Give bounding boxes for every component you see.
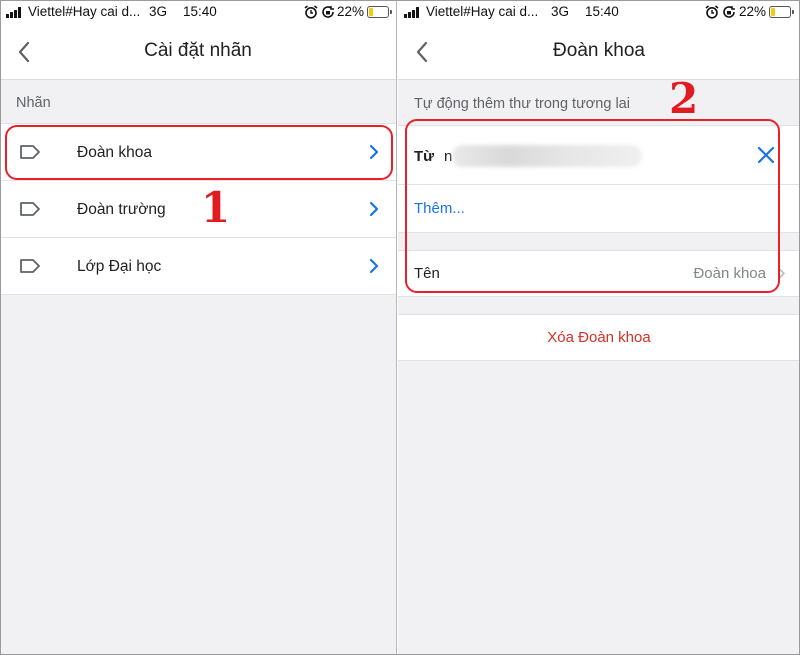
nav-bar: Cài đặt nhãn xyxy=(0,24,396,80)
rotation-lock-icon xyxy=(322,6,334,18)
name-label: Tên xyxy=(414,265,440,282)
network-type: 3G xyxy=(551,4,570,19)
status-time: 15:40 xyxy=(585,4,619,19)
carrier-name: Viettel#Hay cai d... xyxy=(426,4,539,19)
label-detail-screen: Viettel#Hay cai d... 3G 15:40 22% Đoàn k… xyxy=(398,0,800,655)
chevron-right-icon xyxy=(369,144,379,160)
status-time: 15:40 xyxy=(183,4,217,19)
close-icon[interactable] xyxy=(756,145,776,165)
label-name: Đoàn khoa xyxy=(77,144,152,161)
step-number-1: 1 xyxy=(201,183,231,232)
label-settings-screen: Viettel#Hay cai d... 3G 15:40 22% Cài đặ… xyxy=(0,0,397,655)
alarm-icon xyxy=(705,5,719,19)
status-bar: Viettel#Hay cai d... 3G 15:40 22% xyxy=(0,0,396,24)
label-tag-icon xyxy=(20,259,40,273)
name-value: Đoàn khoa xyxy=(693,265,766,282)
chevron-right-icon xyxy=(778,267,785,280)
from-filter-row: Từ n xyxy=(398,126,800,185)
label-list: Đoàn khoa Đoàn trường Lớp Đại học xyxy=(0,123,396,295)
section-label: Nhãn xyxy=(16,95,51,111)
name-row[interactable]: Tên Đoàn khoa xyxy=(398,250,800,297)
label-name: Lớp Đại học xyxy=(77,258,162,275)
label-tag-icon xyxy=(20,202,40,216)
more-link[interactable]: Thêm... xyxy=(414,200,465,217)
chevron-right-icon xyxy=(369,201,379,217)
signal-icon xyxy=(404,7,422,18)
rotation-lock-icon xyxy=(723,6,735,18)
label-name: Đoàn trường xyxy=(77,201,166,218)
blurred-email xyxy=(452,145,642,167)
status-bar: Viettel#Hay cai d... 3G 15:40 22% xyxy=(398,0,800,24)
battery-icon xyxy=(367,6,392,18)
label-item-doan-khoa[interactable]: Đoàn khoa xyxy=(0,124,396,181)
battery-percent: 22% xyxy=(337,4,365,19)
page-title: Đoàn khoa xyxy=(553,40,645,61)
nav-bar: Đoàn khoa xyxy=(398,24,800,80)
more-row: Thêm... xyxy=(398,185,800,232)
carrier-name: Viettel#Hay cai d... xyxy=(28,4,141,19)
chevron-right-icon xyxy=(369,258,379,274)
label-item-lop-dai-hoc[interactable]: Lớp Đại học xyxy=(0,238,396,295)
auto-add-label: Tự động thêm thư trong tương lai xyxy=(414,96,630,112)
filter-card: Từ n Thêm... xyxy=(398,125,800,233)
label-tag-icon xyxy=(20,145,40,159)
label-item-doan-truong[interactable]: Đoàn trường xyxy=(0,181,396,238)
delete-label-text: Xóa Đoàn khoa xyxy=(547,329,651,346)
page-title: Cài đặt nhãn xyxy=(144,40,252,61)
battery-percent: 22% xyxy=(739,4,767,19)
battery-icon xyxy=(769,6,794,18)
signal-icon xyxy=(6,7,24,18)
delete-label-button[interactable]: Xóa Đoàn khoa xyxy=(398,314,800,361)
from-label: Từ xyxy=(414,148,435,165)
step-number-2: 2 xyxy=(669,74,699,123)
network-type: 3G xyxy=(149,4,168,19)
alarm-icon xyxy=(304,5,318,19)
